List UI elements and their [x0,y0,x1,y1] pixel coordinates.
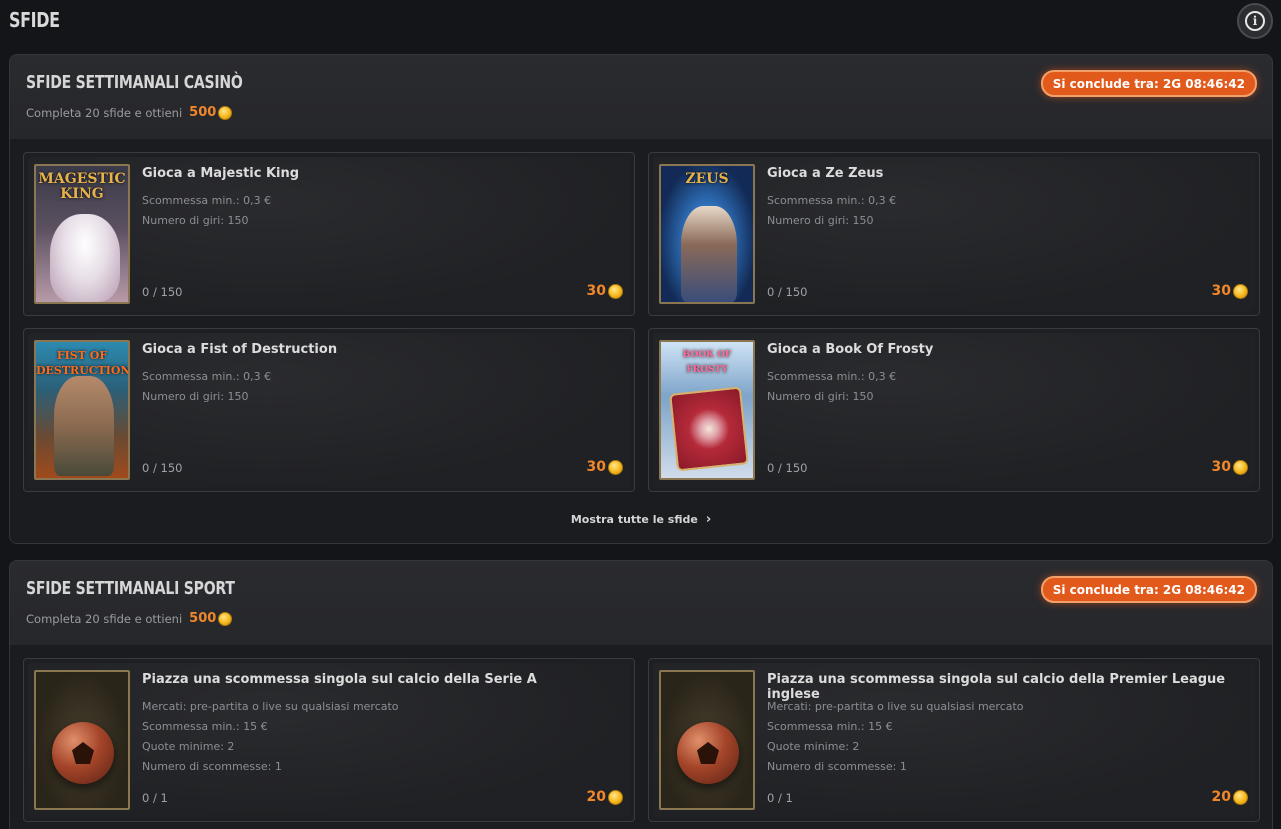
info-button[interactable]: i [1237,3,1273,39]
card-detail: Numero di scommesse: 1 [142,760,282,773]
card-title: Gioca a Book Of Frosty [767,342,934,357]
book-artwork [669,386,749,472]
card-detail: Scommessa min.: 0,3 € [142,370,272,383]
thumbnail-logo-text: FIST OF DESTRUCTION [36,349,130,377]
card-title: Gioca a Fist of Destruction [142,342,338,357]
challenge-card[interactable]: MAGESTIC KING Gioca a Majestic King Scom… [23,152,635,316]
coin-icon [608,283,623,299]
section-reward: 500 [189,105,233,120]
countdown-badge: Si conclude tra: 2G 08:46:42 [1040,576,1257,603]
challenge-card[interactable]: FIST OF DESTRUCTION Gioca a Fist of Dest… [23,328,635,492]
panel-header: SFIDE SETTIMANALI CASINÒ Completa 20 sfi… [10,55,1272,139]
card-reward: 30 [587,283,623,299]
card-reward-value: 20 [1211,789,1231,805]
card-title: Piazza una scommessa singola sul calcio … [142,672,537,687]
subtitle-text: Completa 20 sfide e ottieni [26,105,183,120]
section-reward-value: 500 [189,611,217,626]
countdown-badge: Si conclude tra: 2G 08:46:42 [1040,70,1257,97]
chevron-right-icon: › [705,511,712,527]
card-detail: Scommessa min.: 0,3 € [767,194,897,207]
coin-icon [608,459,623,475]
info-icon: i [1245,11,1265,31]
section-reward: 500 [189,611,233,626]
thumbnail-logo-text: ZEUS [685,171,729,187]
panel-title: SFIDE SETTIMANALI SPORT [26,578,235,599]
zeus-artwork [681,206,737,302]
card-reward: 20 [587,789,623,805]
football-thumbnail [34,670,130,810]
card-reward: 30 [587,459,623,475]
card-reward: 30 [1212,459,1248,475]
panel-header: SFIDE SETTIMANALI SPORT Completa 20 sfid… [10,561,1272,645]
card-detail: Numero di giri: 150 [767,214,874,227]
challenge-card[interactable]: BOOK OF FROSTY Gioca a Book Of Frosty Sc… [648,328,1260,492]
show-all-challenges-link[interactable]: Mostra tutte le sfide › [23,492,1259,543]
card-detail: Quote minime: 2 [142,740,235,753]
game-thumbnail-ze-zeus: ZEUS [659,164,755,304]
coin-icon [1233,283,1248,299]
card-detail: Scommessa min.: 15 € [142,720,268,733]
card-detail: Numero di giri: 150 [767,390,874,403]
subtitle-text: Completa 20 sfide e ottieni [26,611,183,626]
card-reward: 20 [1212,789,1248,805]
card-detail: Mercati: pre-partita o live su qualsiasi… [767,700,1024,713]
game-thumbnail-book-of-frosty: BOOK OF FROSTY [659,340,755,480]
show-all-label: Mostra tutte le sfide [570,512,698,526]
card-progress: 0 / 1 [142,791,168,805]
card-progress: 0 / 150 [142,285,183,299]
coin-icon [1233,789,1248,805]
football-icon [677,722,739,784]
challenge-card[interactable]: Piazza una scommessa singola sul calcio … [23,658,635,822]
lion-artwork [50,214,120,302]
card-title: Gioca a Ze Zeus [767,166,884,181]
coin-icon [608,789,623,805]
card-detail: Numero di scommesse: 1 [767,760,907,773]
coin-icon [218,611,233,626]
card-progress: 0 / 150 [767,285,808,299]
challenge-card[interactable]: Piazza una scommessa singola sul calcio … [648,658,1260,822]
card-title: Gioca a Majestic King [142,166,300,181]
thumbnail-logo-text: MAGESTIC KING [38,171,126,202]
page-title: SFIDE [9,8,60,32]
challenge-card[interactable]: ZEUS Gioca a Ze Zeus Scommessa min.: 0,3… [648,152,1260,316]
casino-challenges-panel: SFIDE SETTIMANALI CASINÒ Completa 20 sfi… [9,54,1273,544]
panel-title: SFIDE SETTIMANALI CASINÒ [26,72,243,93]
card-title: Piazza una scommessa singola sul calcio … [767,672,1226,702]
panel-subtitle: Completa 20 sfide e ottieni 500 [26,105,233,120]
football-icon [52,722,114,784]
card-reward-value: 30 [586,459,606,475]
panel-subtitle: Completa 20 sfide e ottieni 500 [26,611,233,626]
game-thumbnail-majestic-king: MAGESTIC KING [34,164,130,304]
card-reward-value: 30 [1211,459,1231,475]
card-reward-value: 30 [1211,283,1231,299]
card-reward-value: 20 [586,789,606,805]
game-thumbnail-fist-of-destruction: FIST OF DESTRUCTION [34,340,130,480]
card-reward: 30 [1212,283,1248,299]
card-detail: Mercati: pre-partita o live su qualsiasi… [142,700,399,713]
section-reward-value: 500 [189,105,217,120]
card-detail: Numero di giri: 150 [142,214,249,227]
card-progress: 0 / 1 [767,791,793,805]
card-progress: 0 / 150 [142,461,183,475]
card-detail: Scommessa min.: 15 € [767,720,893,733]
fighter-artwork [54,376,114,476]
sport-challenges-panel: SFIDE SETTIMANALI SPORT Completa 20 sfid… [9,560,1273,829]
coin-icon [1233,459,1248,475]
card-detail: Quote minime: 2 [767,740,860,753]
card-detail: Numero di giri: 150 [142,390,249,403]
card-detail: Scommessa min.: 0,3 € [142,194,272,207]
football-thumbnail [659,670,755,810]
card-progress: 0 / 150 [767,461,808,475]
card-reward-value: 30 [586,283,606,299]
thumbnail-logo-text: BOOK OF FROSTY [682,350,732,375]
coin-icon [218,105,233,120]
card-detail: Scommessa min.: 0,3 € [767,370,897,383]
